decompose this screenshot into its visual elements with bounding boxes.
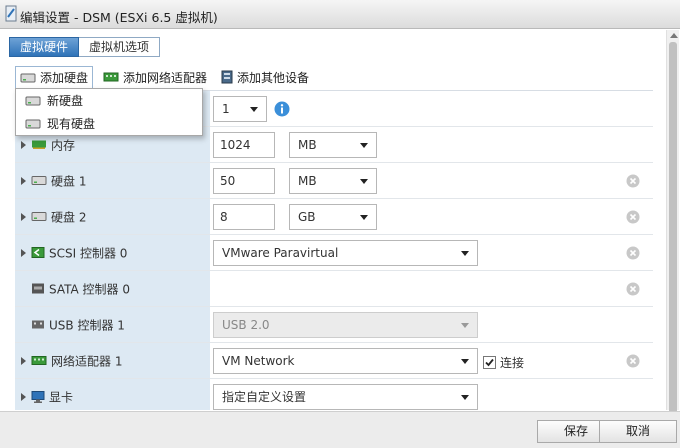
- disk-icon: [25, 119, 41, 128]
- expand-arrow-icon[interactable]: [21, 356, 26, 365]
- remove-device-icon[interactable]: [626, 210, 640, 224]
- cancel-button[interactable]: 取消: [599, 420, 677, 443]
- disk1-label: 硬盘 1: [31, 172, 86, 189]
- menu-item-existing-disk[interactable]: 现有硬盘: [16, 112, 202, 135]
- network-card-icon: [31, 356, 47, 365]
- scsi-type-select[interactable]: VMware Paravirtual: [213, 240, 478, 266]
- add-other-device-button[interactable]: 添加其他设备: [217, 66, 313, 88]
- sata-label: SATA 控制器 0: [31, 280, 130, 297]
- network-adapter-row: 网络适配器 1 VM Network 连接: [15, 343, 653, 379]
- remove-device-icon[interactable]: [626, 354, 640, 368]
- remove-device-icon[interactable]: [626, 282, 640, 296]
- connect-label: 连接: [500, 356, 525, 370]
- scroll-up-icon[interactable]: [670, 33, 678, 38]
- video-card-row: 显卡 指定自定义设置: [15, 379, 653, 410]
- disk2-row: 硬盘 2 8 GB: [15, 199, 653, 235]
- expand-arrow-icon[interactable]: [21, 140, 26, 149]
- scsi-label-cell: SCSI 控制器 0: [15, 235, 210, 270]
- video-value-cell: 指定自定义设置: [210, 379, 653, 410]
- monitor-icon: [31, 390, 45, 403]
- usb-label: USB 控制器 1: [31, 316, 125, 333]
- info-icon[interactable]: [274, 101, 290, 117]
- vertical-scrollbar[interactable]: [666, 30, 679, 420]
- tab-vm-options[interactable]: 虚拟机选项: [79, 37, 161, 57]
- disk2-value-cell: 8 GB: [210, 199, 653, 234]
- add-disk-button[interactable]: 添加硬盘: [15, 66, 94, 88]
- network-label-cell: 网络适配器 1: [15, 343, 210, 378]
- expand-arrow-icon[interactable]: [21, 176, 26, 185]
- sata-controller-row: SATA 控制器 0: [15, 271, 653, 307]
- device-icon: [221, 70, 233, 84]
- checkmark-icon: [485, 358, 494, 367]
- expand-arrow-icon[interactable]: [21, 248, 26, 257]
- sata-value-cell: [210, 271, 653, 306]
- network-value-cell: VM Network 连接: [210, 343, 653, 378]
- disk-icon: [31, 176, 47, 185]
- memory-label: 内存: [31, 136, 75, 153]
- cpu-value-cell: 1: [210, 91, 653, 126]
- tab-bar: 虚拟硬件 虚拟机选项: [9, 37, 161, 57]
- scsi-controller-icon: [31, 247, 45, 258]
- memory-unit-select[interactable]: MB: [289, 132, 377, 158]
- add-disk-label: 添加硬盘: [40, 71, 89, 85]
- dialog-footer: 保存 取消: [0, 411, 680, 448]
- hardware-grid: 1 内存 1024 MB 硬盘 1 50 MB 硬盘 2 8 GB SCSI 控…: [15, 90, 653, 410]
- usb-value-cell: USB 2.0: [210, 307, 653, 342]
- disk2-size-input[interactable]: 8: [213, 204, 275, 230]
- memory-size-input[interactable]: 1024: [213, 132, 275, 158]
- usb-version-select: USB 2.0: [213, 312, 478, 338]
- disk1-row: 硬盘 1 50 MB: [15, 163, 653, 199]
- disk-icon: [20, 73, 36, 82]
- menu-item-new-disk[interactable]: 新硬盘: [16, 89, 202, 112]
- video-label: 显卡: [31, 388, 73, 405]
- network-label: 网络适配器 1: [31, 352, 122, 369]
- tab-virtual-hardware[interactable]: 虚拟硬件: [9, 37, 80, 57]
- scroll-thumb[interactable]: [669, 42, 677, 420]
- hardware-toolbar: 添加硬盘 添加网络适配器 添加其他设备: [15, 66, 319, 88]
- expand-arrow-icon[interactable]: [21, 392, 26, 401]
- add-network-button[interactable]: 添加网络适配器: [99, 66, 211, 88]
- cpu-count-value: 1: [222, 102, 230, 116]
- title-bar: 编辑设置 - DSM (ESXi 6.5 虚拟机): [0, 0, 680, 29]
- window-title: 编辑设置 - DSM (ESXi 6.5 虚拟机): [20, 10, 218, 25]
- add-disk-menu: 新硬盘 现有硬盘: [15, 88, 203, 136]
- disk1-value-cell: 50 MB: [210, 163, 653, 198]
- sata-label-cell: SATA 控制器 0: [15, 271, 210, 306]
- scsi-controller-row: SCSI 控制器 0 VMware Paravirtual: [15, 235, 653, 271]
- scsi-value-cell: VMware Paravirtual: [210, 235, 653, 270]
- scsi-label: SCSI 控制器 0: [31, 244, 127, 261]
- video-label-cell: 显卡: [15, 379, 210, 410]
- disk1-unit-select[interactable]: MB: [289, 168, 377, 194]
- expand-arrow-icon[interactable]: [21, 212, 26, 221]
- disk2-label: 硬盘 2: [31, 208, 86, 225]
- sata-controller-icon: [32, 283, 44, 294]
- disk1-size-input[interactable]: 50: [213, 168, 275, 194]
- disk2-unit-select[interactable]: GB: [289, 204, 377, 230]
- network-card-icon: [103, 72, 119, 82]
- add-network-label: 添加网络适配器: [123, 70, 208, 85]
- memory-icon: [32, 140, 46, 149]
- video-settings-select[interactable]: 指定自定义设置: [213, 384, 478, 410]
- usb-label-cell: USB 控制器 1: [15, 307, 210, 342]
- cpu-count-select[interactable]: 1: [213, 96, 267, 122]
- disk2-label-cell: 硬盘 2: [15, 199, 210, 234]
- disk-icon: [25, 96, 41, 105]
- memory-value-cell: 1024 MB: [210, 127, 653, 162]
- remove-device-icon[interactable]: [626, 174, 640, 188]
- network-select[interactable]: VM Network: [213, 348, 478, 374]
- add-other-device-label: 添加其他设备: [237, 70, 310, 85]
- usb-controller-icon: [32, 320, 44, 329]
- connect-checkbox[interactable]: [483, 356, 496, 369]
- remove-device-icon[interactable]: [626, 246, 640, 260]
- vm-edit-icon: [5, 5, 17, 22]
- connect-checkbox-wrap[interactable]: 连接: [483, 354, 524, 371]
- disk-icon: [31, 212, 47, 221]
- usb-controller-row: USB 控制器 1 USB 2.0: [15, 307, 653, 343]
- disk1-label-cell: 硬盘 1: [15, 163, 210, 198]
